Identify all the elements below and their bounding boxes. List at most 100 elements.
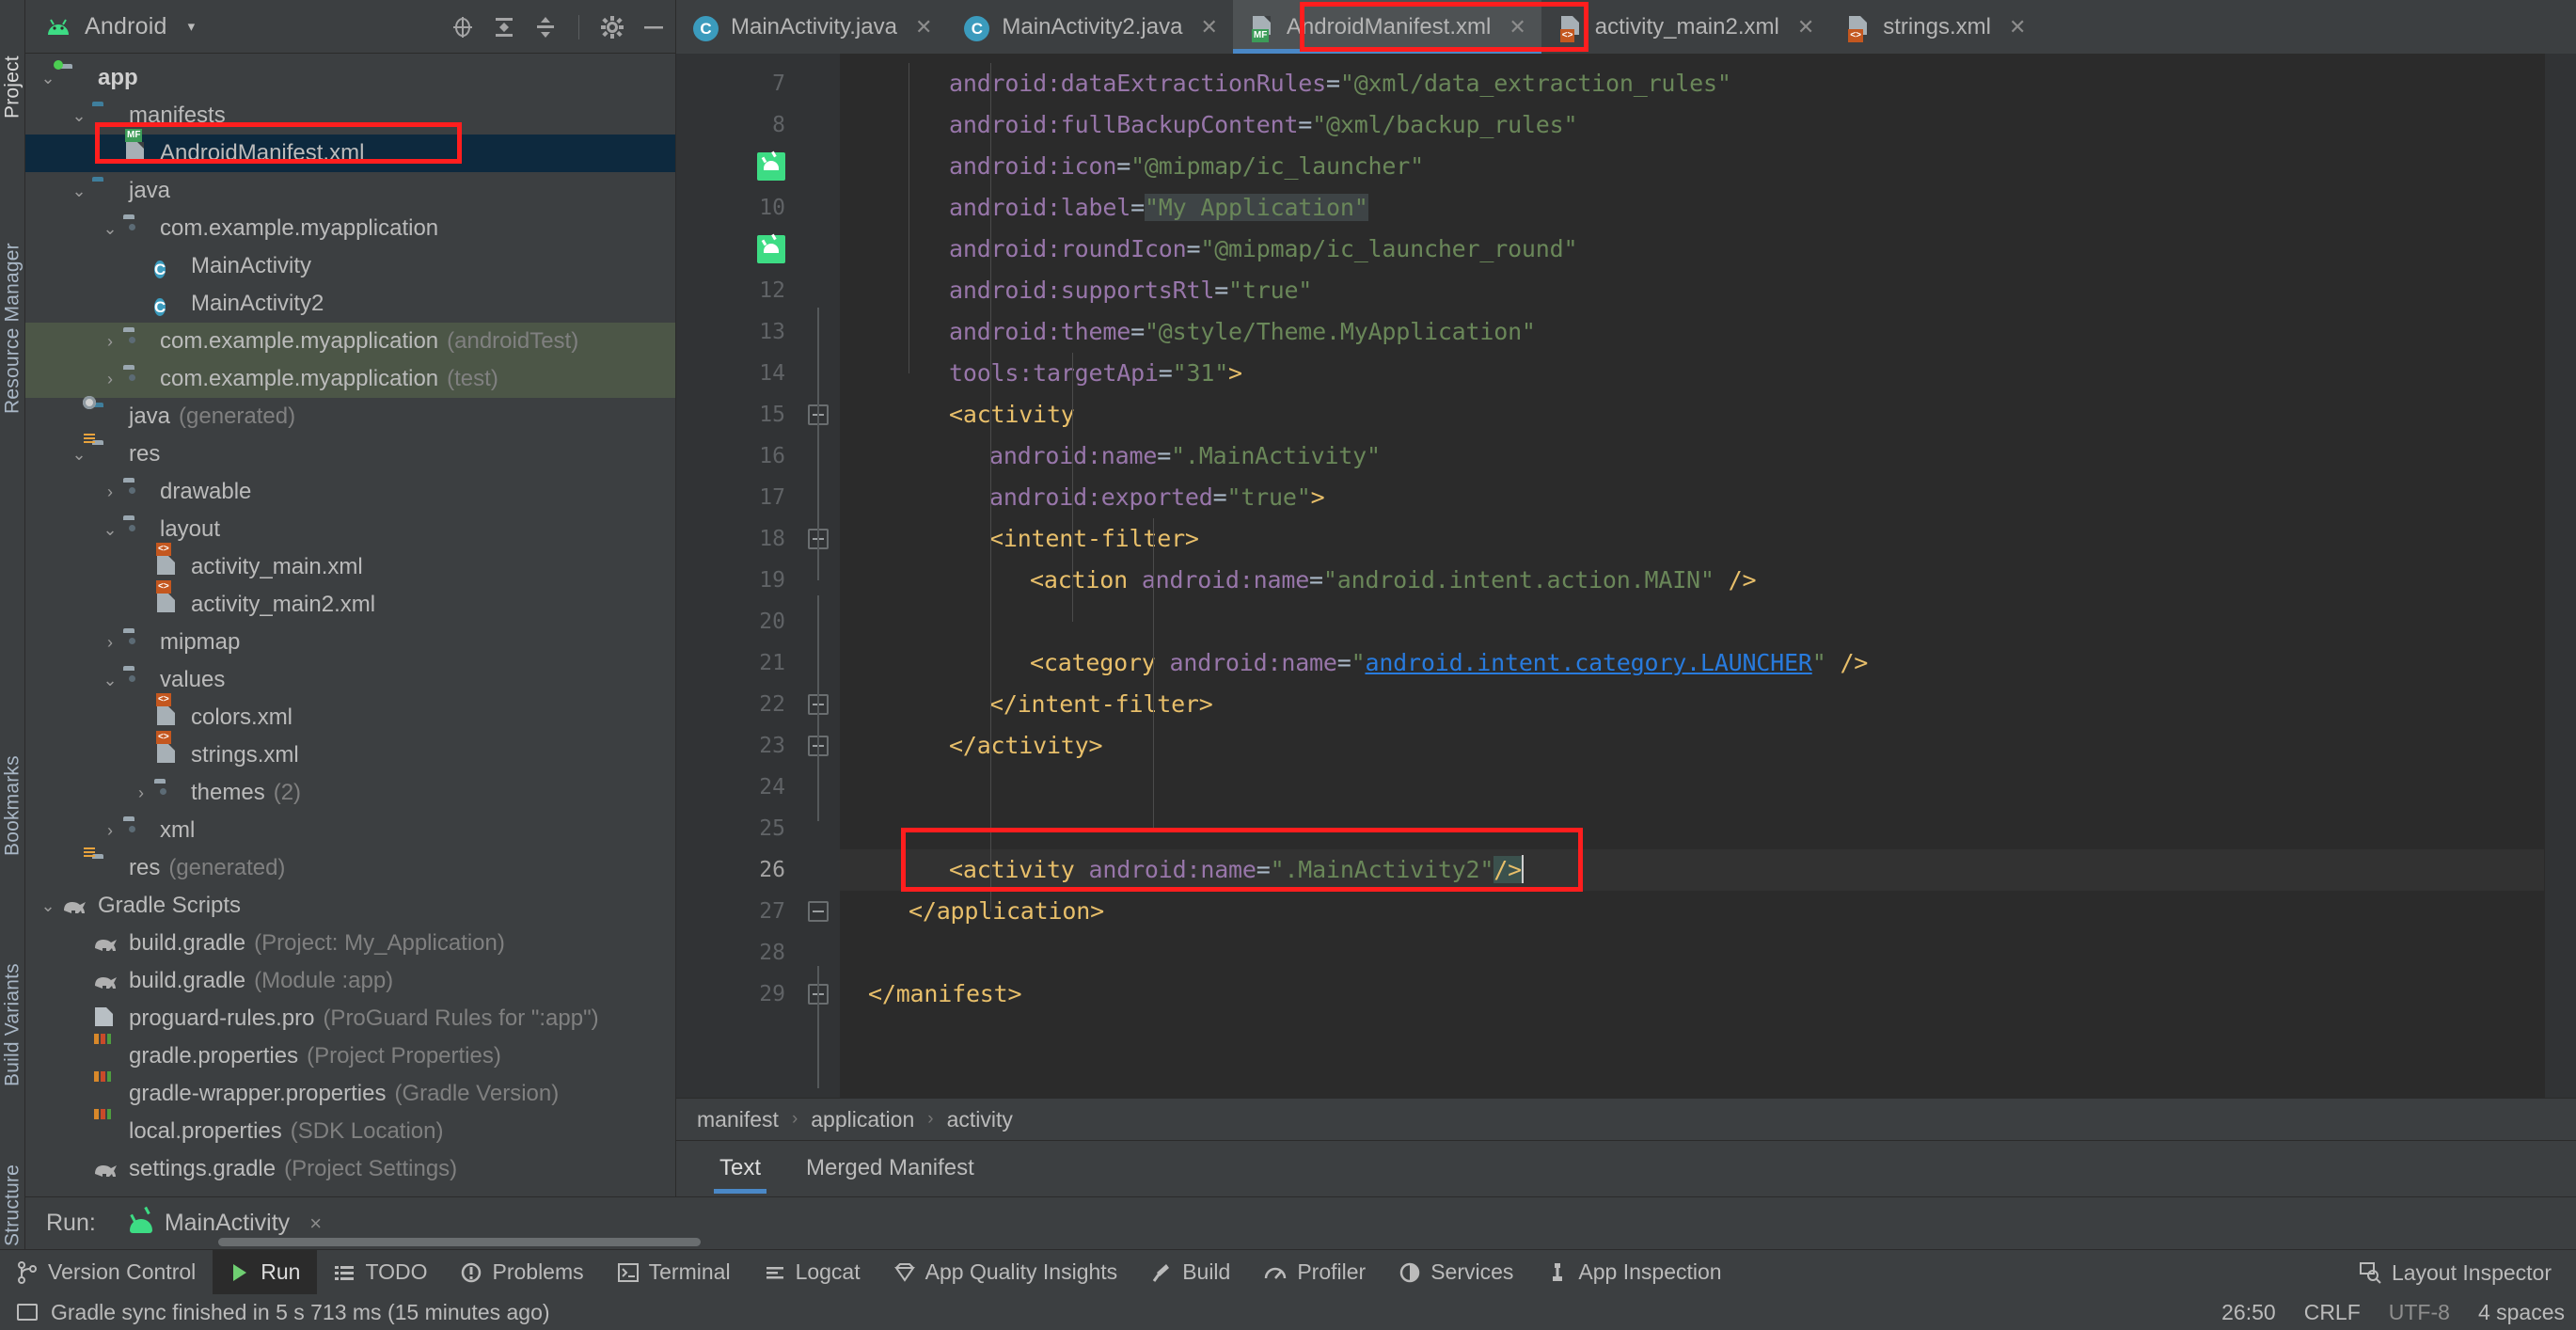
breadcrumb[interactable]: manifest › application › activity (676, 1098, 2576, 1140)
code-editor[interactable]: 7891011121314151617181920212223242526272… (676, 54, 2576, 1098)
tab-strings-xml[interactable]: <> strings.xml ✕ (1829, 0, 2041, 54)
code-line[interactable]: <category android:name="android.intent.c… (1030, 642, 1868, 684)
tree-item-local-properties[interactable]: › local.properties (SDK Location) (25, 1113, 675, 1150)
chevron-right-icon[interactable]: › (97, 821, 123, 841)
code-line[interactable]: android:name=".MainActivity" (989, 435, 1381, 477)
line-separator[interactable]: CRLF (2304, 1300, 2361, 1325)
chevron-right-icon[interactable]: › (97, 332, 123, 352)
editor-right-strip[interactable] (2544, 54, 2576, 1098)
code-line[interactable]: </application> (909, 891, 1104, 932)
chevron-down-icon[interactable]: ▾ (188, 18, 196, 35)
chevron-down-icon[interactable]: ⌄ (97, 520, 123, 540)
sidebar-item-project[interactable]: Project (0, 6, 25, 119)
chevron-down-icon[interactable]: ⌄ (66, 182, 92, 201)
chevron-down-icon[interactable]: ⌄ (97, 219, 123, 239)
tree-item-java[interactable]: ⌄ java (25, 172, 675, 210)
code-line[interactable]: </intent-filter> (989, 684, 1213, 725)
android-resource-marker-icon[interactable] (757, 152, 785, 181)
toolwindow-logcat[interactable]: Logcat (748, 1250, 877, 1295)
code-line[interactable]: <action android:name="android.intent.act… (1030, 560, 1757, 601)
chevron-right-icon[interactable]: › (97, 370, 123, 389)
sidebar-item-build-variants[interactable]: Build Variants (0, 884, 25, 1086)
caret-position[interactable]: 26:50 (2221, 1300, 2276, 1325)
sidebar-item-resource-manager[interactable]: Resource Manager (0, 169, 25, 414)
code-line[interactable]: android:roundIcon="@mipmap/ic_launcher_r… (949, 229, 1578, 270)
tab-mainactivity2-java[interactable]: C MainActivity2.java ✕ (947, 0, 1233, 54)
tree-item-xml[interactable]: › xml (25, 812, 675, 849)
code-folding-gutter[interactable] (798, 54, 840, 1098)
tree-item-manifests[interactable]: ⌄ manifests (25, 97, 675, 135)
code-line[interactable]: android:icon="@mipmap/ic_launcher" (949, 146, 1424, 187)
tree-item-themes[interactable]: › themes (2) (25, 774, 675, 812)
chevron-right-icon[interactable]: › (128, 784, 154, 803)
horizontal-scrollbar[interactable] (218, 1238, 701, 1246)
tree-item-app[interactable]: ⌄ app (25, 59, 675, 97)
tree-item-mainactivity2[interactable]: ›C MainActivity2 (25, 285, 675, 323)
tree-item-proguard-rules-pro[interactable]: › proguard-rules.pro (ProGuard Rules for "… (25, 1000, 675, 1037)
toolwindow-problems[interactable]: Problems (444, 1250, 600, 1295)
close-icon[interactable]: ✕ (1509, 15, 1525, 40)
tree-item-strings-xml[interactable]: ›<>strings.xml (25, 731, 675, 774)
toolwindow-terminal[interactable]: Terminal (601, 1250, 748, 1295)
chevron-down-icon[interactable]: ⌄ (66, 106, 92, 126)
tree-item-mainactivity[interactable]: ›C MainActivity (25, 247, 675, 285)
android-resource-marker-icon[interactable] (757, 235, 785, 263)
toolwindow-app-inspection[interactable]: App Inspection (1530, 1250, 1738, 1295)
fold-toggle-icon[interactable] (808, 901, 829, 922)
code-line[interactable]: android:exported="true"> (989, 477, 1325, 518)
expand-all-icon[interactable] (492, 15, 516, 40)
breadcrumb-item[interactable]: application (811, 1107, 914, 1132)
code-line[interactable]: </manifest> (868, 974, 1022, 1015)
gear-icon[interactable] (600, 15, 624, 40)
tab-mainactivity-java[interactable]: C MainActivity.java ✕ (676, 0, 947, 54)
tree-item-build-gradle[interactable]: › build.gradle (Project: My_Application) (25, 925, 675, 962)
code-line[interactable]: <activity android:name=".MainActivity2"/… (949, 849, 1524, 891)
run-config-tab[interactable]: MainActivity × (128, 1210, 322, 1237)
tree-item-gradle-properties[interactable]: › gradle.properties (Project Properties) (25, 1037, 675, 1075)
toolwindow-layout-inspector[interactable]: Layout Inspector (2342, 1250, 2568, 1295)
code-line[interactable]: <intent-filter> (989, 518, 1199, 560)
tree-item-res[interactable]: ⌄ res (25, 435, 675, 473)
code-line[interactable]: android:label="My Application" (949, 187, 1368, 229)
tree-item-com-example-myapplication[interactable]: ⌄ com.example.myapplication (25, 210, 675, 247)
chevron-right-icon[interactable]: › (97, 633, 123, 653)
indent-setting[interactable]: 4 spaces (2478, 1300, 2565, 1325)
tree-item-com-example-myapplication[interactable]: › com.example.myapplication (test) (25, 360, 675, 398)
file-encoding[interactable]: UTF-8 (2389, 1300, 2450, 1325)
chevron-down-icon[interactable]: ⌄ (97, 671, 123, 690)
code-line[interactable]: android:theme="@style/Theme.MyApplicatio… (949, 311, 1536, 353)
minimize-icon[interactable] (641, 15, 666, 40)
toolwindow-build[interactable]: Build (1134, 1250, 1247, 1295)
editor-tabbar[interactable]: C MainActivity.java ✕ C MainActivity2.java ✕ M… (676, 0, 2576, 54)
tree-item-mipmap[interactable]: › mipmap (25, 624, 675, 661)
breadcrumb-item[interactable]: activity (947, 1107, 1013, 1132)
tab-activity-main2-xml[interactable]: <> activity_main2.xml ✕ (1541, 0, 1830, 54)
tree-item-activity-main-xml[interactable]: ›<>activity_main.xml (25, 543, 675, 586)
chevron-down-icon[interactable]: ⌄ (35, 69, 61, 88)
tree-item-values[interactable]: ⌄ values (25, 661, 675, 699)
close-icon[interactable]: ✕ (1797, 15, 1814, 40)
toolwindow-version-control[interactable]: Version Control (0, 1250, 213, 1295)
tree-item-layout[interactable]: ⌄ layout (25, 511, 675, 548)
collapse-all-icon[interactable] (533, 15, 558, 40)
code-line[interactable]: tools:targetApi="31"> (949, 353, 1242, 394)
locate-icon[interactable] (450, 15, 475, 40)
sidebar-item-structure[interactable]: Structure (0, 1105, 25, 1246)
close-icon[interactable]: ✕ (915, 15, 932, 40)
toolwindow-services[interactable]: Services (1383, 1250, 1530, 1295)
close-icon[interactable]: ✕ (1200, 15, 1217, 40)
code-text-area[interactable]: android:dataExtractionRules="@xml/data_e… (840, 54, 2576, 1098)
code-line[interactable]: </activity> (949, 725, 1103, 767)
close-icon[interactable]: × (309, 1211, 322, 1236)
tab-androidmanifest-xml[interactable]: MF AndroidManifest.xml ✕ (1232, 0, 1541, 54)
chevron-down-icon[interactable]: ⌄ (35, 896, 61, 916)
editor-mode-merged-manifest[interactable]: Merged Manifest (783, 1141, 997, 1197)
tree-item-build-gradle[interactable]: › build.gradle (Module :app) (25, 962, 675, 1000)
editor-mode-text[interactable]: Text (697, 1141, 783, 1197)
chevron-down-icon[interactable]: ⌄ (66, 445, 92, 465)
tree-item-androidmanifest-xml[interactable]: ›MFAndroidManifest.xml (25, 129, 675, 172)
tree-item-colors-xml[interactable]: ›<>colors.xml (25, 693, 675, 736)
tree-item-res[interactable]: › res (generated) (25, 849, 675, 887)
toolwindow-run[interactable]: Run (213, 1249, 318, 1295)
tree-item-gradle-wrapper-properties[interactable]: › gradle-wrapper.properties (Gradle Versio… (25, 1075, 675, 1113)
